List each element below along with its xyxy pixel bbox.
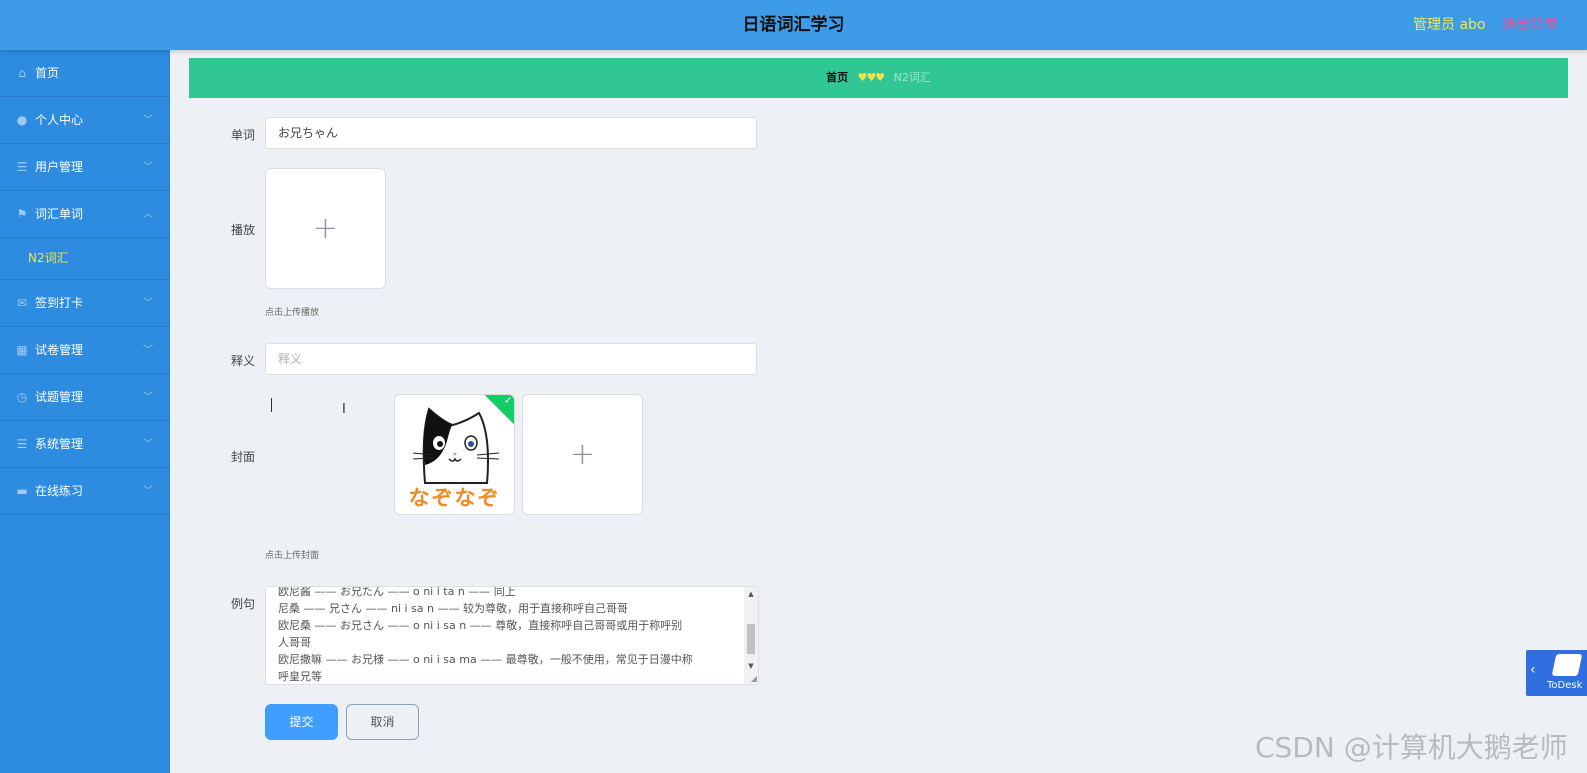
cover-upload[interactable]: + xyxy=(522,394,643,515)
chevron-down-icon: ﹀ xyxy=(143,439,153,450)
sidebar: ⌂ 首页 ● 个人中心 ﹀ ☰ 用户管理 ﹀ ⚑ 词汇单词 ︿ N2词汇 ✉ 签到打卡 ﹀… xyxy=(0,50,170,773)
sidebar-item-label: 词汇单词 xyxy=(35,207,84,221)
chevron-down-icon: ﹀ xyxy=(143,115,153,126)
meaning-input[interactable]: 释义 xyxy=(265,343,757,375)
example-line: 尼桑 —— 兄さん —— ni i sa n —— 较为尊敬，用于直接称呼自己哥… xyxy=(278,602,628,615)
user-icon: ● xyxy=(16,113,28,127)
sidebar-item-label: 试卷管理 xyxy=(35,343,84,357)
flag-icon: ⚑ xyxy=(16,207,28,221)
scrollbar-thumb[interactable] xyxy=(747,624,755,654)
admin-username: 管理员 abo xyxy=(1413,17,1486,33)
text-caret xyxy=(271,398,272,412)
example-line: 欧尼撒嘛 —— お兄様 —— o ni i sa ma —— 最尊敬，一般不使用… xyxy=(278,653,693,666)
chevron-down-icon: ﹀ xyxy=(143,345,153,356)
sidebar-item-exam-paper[interactable]: ▦ 试卷管理 ﹀ xyxy=(0,327,169,374)
sidebar-item-label: 在线练习 xyxy=(35,484,84,498)
check-icon: ✓ xyxy=(503,395,513,407)
list-icon: ☰ xyxy=(16,437,28,451)
chevron-down-icon: ﹀ xyxy=(143,162,153,173)
chevron-down-icon: ﹀ xyxy=(143,392,153,403)
cover-label: 封面 xyxy=(231,450,256,464)
text-cursor-icon: I xyxy=(342,402,346,417)
grid-icon: ▦ xyxy=(16,343,28,357)
sidebar-item-question-management[interactable]: ◷ 试题管理 ﹀ xyxy=(0,374,169,421)
todesk-label: ToDesk xyxy=(1547,680,1583,691)
breadcrumb-current: N2词汇 xyxy=(893,71,931,84)
vocabulary-form: 单词 お兄ちゃん 播放 + 点击上传播放 释义 释义 I 封面 なぞなぞ ✓ +… xyxy=(189,106,1568,773)
plus-icon: + xyxy=(312,211,339,246)
list-icon: ☰ xyxy=(16,160,28,174)
cover-upload-hint: 点击上传封面 xyxy=(265,551,320,561)
cover-thumbnail[interactable]: なぞなぞ ✓ xyxy=(394,394,515,515)
sidebar-item-label: 用户管理 xyxy=(35,160,84,174)
chevron-down-icon: ﹀ xyxy=(143,486,153,497)
example-textarea[interactable]: 欧尼酱 —— お兄たん —— o ni i ta n —— 同上 尼桑 —— 兄… xyxy=(265,586,759,685)
cancel-button[interactable]: 取消 xyxy=(346,704,419,740)
sidebar-item-system-management[interactable]: ☰ 系统管理 ﹀ xyxy=(0,421,169,468)
sidebar-item-label: 个人中心 xyxy=(35,113,84,127)
app-title: 日语词汇学习 xyxy=(742,15,845,35)
audio-upload[interactable]: + xyxy=(265,168,386,289)
todesk-logo-icon xyxy=(1551,654,1583,676)
example-label: 例句 xyxy=(231,597,256,611)
sidebar-item-check-in[interactable]: ✉ 签到打卡 ﹀ xyxy=(0,280,169,327)
sidebar-item-home[interactable]: ⌂ 首页 xyxy=(0,50,169,97)
mail-icon: ✉ xyxy=(16,296,28,310)
chevron-up-icon: ︿ xyxy=(143,209,153,220)
sidebar-item-label: 首页 xyxy=(35,66,60,80)
word-label: 单词 xyxy=(231,128,256,142)
sidebar-item-vocabulary[interactable]: ⚑ 词汇单词 ︿ xyxy=(0,191,169,238)
example-line: 欧尼酱 —— お兄たん —— o ni i ta n —— 同上 xyxy=(278,586,516,598)
dashboard-icon: ◷ xyxy=(16,390,28,404)
heart-icon: ♥♥♥ xyxy=(857,71,886,84)
sidebar-item-label: 签到打卡 xyxy=(35,296,84,310)
example-text: 欧尼酱 —— お兄たん —— o ni i ta n —— 同上 尼桑 —— 兄… xyxy=(278,586,738,684)
play-label: 播放 xyxy=(231,223,256,237)
top-header: 日语词汇学习 管理员 abo 退出登录 xyxy=(0,0,1587,50)
logout-link[interactable]: 退出登录 xyxy=(1502,0,1558,50)
sidebar-item-label: 系统管理 xyxy=(35,437,84,451)
sidebar-item-online-practice[interactable]: ▬ 在线练习 ﹀ xyxy=(0,468,169,515)
textarea-scrollbar[interactable]: ▲ ▼ ◢ xyxy=(744,587,758,684)
submit-button[interactable]: 提交 xyxy=(265,704,338,740)
word-input[interactable]: お兄ちゃん xyxy=(265,117,757,149)
sidebar-item-label: 试题管理 xyxy=(35,390,84,404)
meaning-label: 释义 xyxy=(231,354,256,368)
todesk-widget[interactable]: ‹ ToDesk xyxy=(1526,650,1587,696)
monitor-icon: ▬ xyxy=(16,484,28,498)
watermark: CSDN @计算机大鹅老师 xyxy=(1255,731,1568,764)
example-line: 呼皇兄等 xyxy=(278,670,322,683)
example-line: 欧尼桑 —— お兄さん —— o ni i sa n —— 尊敬，直接称呼自己哥… xyxy=(278,619,683,632)
example-line: 人哥哥 xyxy=(278,636,311,649)
scroll-up-icon[interactable]: ▲ xyxy=(744,590,758,598)
home-icon: ⌂ xyxy=(18,66,26,80)
main-content: 首页 ♥♥♥ N2词汇 单词 お兄ちゃん 播放 + 点击上传播放 释义 释义 I… xyxy=(169,50,1587,773)
audio-upload-hint: 点击上传播放 xyxy=(265,308,320,318)
cover-image-caption: なぞなぞ xyxy=(408,486,501,510)
sidebar-item-personal-center[interactable]: ● 个人中心 ﹀ xyxy=(0,97,169,144)
breadcrumb: 首页 ♥♥♥ N2词汇 xyxy=(189,58,1568,98)
sidebar-subitem-n2-vocabulary[interactable]: N2词汇 xyxy=(0,238,169,280)
scroll-down-icon[interactable]: ▼ xyxy=(744,662,758,670)
breadcrumb-home[interactable]: 首页 xyxy=(826,71,848,84)
chevron-down-icon: ﹀ xyxy=(143,298,153,309)
chevron-left-icon[interactable]: ‹ xyxy=(1530,662,1536,678)
sidebar-item-user-management[interactable]: ☰ 用户管理 ﹀ xyxy=(0,144,169,191)
resize-grip-icon[interactable]: ◢ xyxy=(751,674,757,683)
plus-icon: + xyxy=(569,437,596,472)
